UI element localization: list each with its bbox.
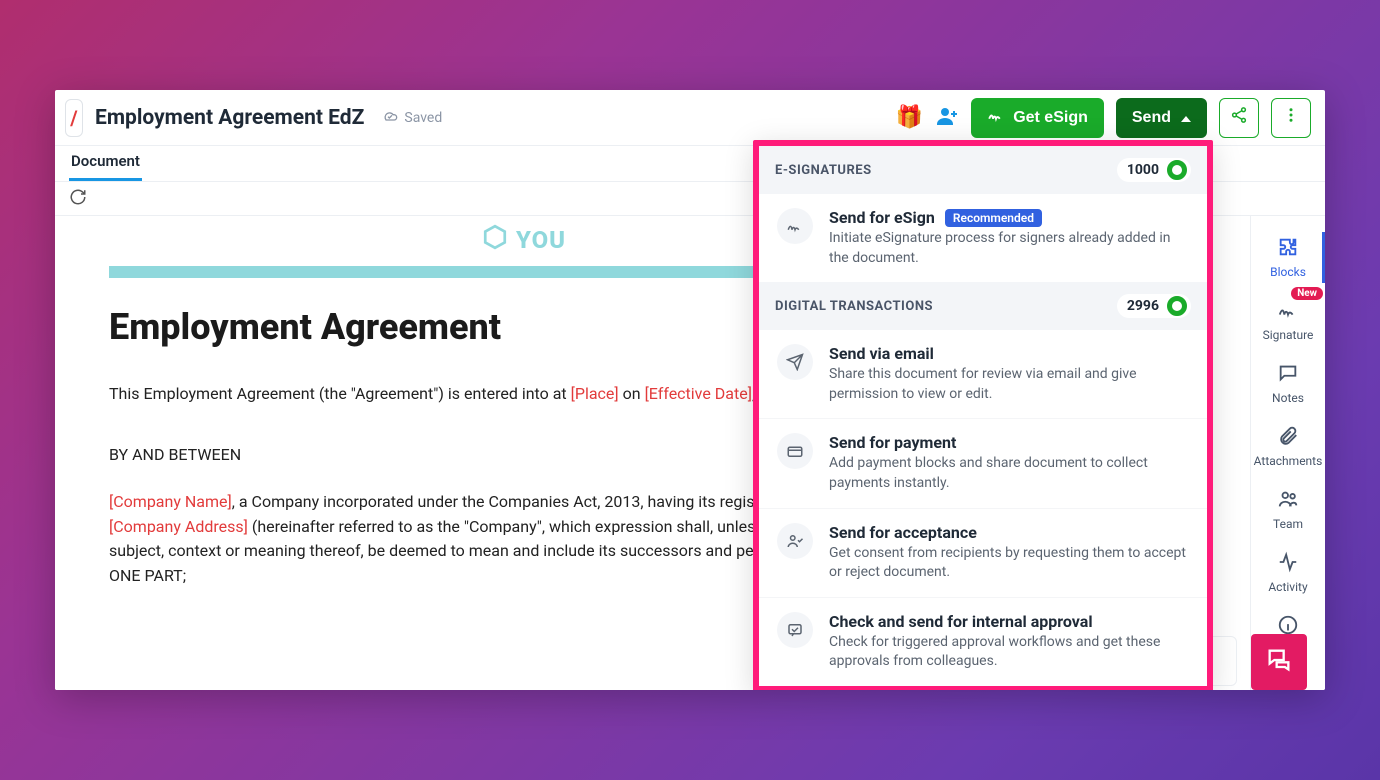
item-desc: Initiate eSignature process for signers … [829, 229, 1189, 268]
app-window: / Employment Agreement EdZ Saved 🎁 Get e… [55, 90, 1325, 690]
get-esign-label: Get eSign [1013, 109, 1088, 127]
chevron-up-icon [1181, 109, 1191, 127]
item-title: Check and send for internal approval [829, 612, 1189, 631]
right-rail: Blocks New Signature Notes Attachments T… [1250, 216, 1325, 690]
logo-placeholder: YOU [482, 224, 566, 256]
chat-fab[interactable] [1251, 634, 1307, 690]
document-title[interactable]: Employment Agreement EdZ [95, 106, 364, 130]
refresh-icon[interactable] [69, 188, 87, 210]
dropdown-header-digital: DIGITAL TRANSACTIONS 2996 [759, 282, 1207, 330]
approval-icon [777, 612, 813, 648]
logo-text: YOU [516, 226, 566, 254]
saved-indicator: Saved [382, 108, 442, 128]
saved-label: Saved [404, 110, 442, 126]
signature-icon [987, 106, 1005, 129]
esign-header-label: E-SIGNATURES [775, 163, 872, 178]
item-desc: Add payment blocks and share document to… [829, 454, 1189, 493]
gift-icon[interactable]: 🎁 [896, 105, 923, 130]
item-desc: Get consent from recipients by requestin… [829, 544, 1189, 583]
send-dropdown: E-SIGNATURES 1000 Send for eSign Recommen… [753, 140, 1213, 690]
send-label: Send [1132, 109, 1171, 127]
paper-plane-icon [777, 344, 813, 380]
item-title: Send for payment [829, 433, 1189, 452]
send-button[interactable]: Send [1116, 98, 1207, 138]
dropdown-header-esignatures: E-SIGNATURES 1000 [759, 146, 1207, 194]
credit-dot-icon [1167, 296, 1187, 316]
team-icon [1277, 488, 1299, 513]
item-title: Send for eSign [829, 208, 935, 227]
hexagon-icon [482, 224, 508, 256]
rail-label: Signature [1263, 328, 1314, 342]
more-vertical-icon [1282, 106, 1300, 129]
share-button[interactable] [1219, 98, 1259, 138]
rail-attachments[interactable]: Attachments [1251, 415, 1325, 478]
digital-credits-pill: 2996 [1117, 294, 1191, 318]
chat-icon [1277, 362, 1299, 387]
rail-notes[interactable]: Notes [1251, 352, 1325, 415]
esign-credits-pill: 1000 [1117, 158, 1191, 182]
paperclip-icon [1277, 425, 1299, 450]
puzzle-icon [1277, 236, 1299, 261]
new-badge: New [1291, 287, 1323, 300]
send-for-internal-approval-item[interactable]: Check and send for internal approval Che… [759, 597, 1207, 686]
credit-dot-icon [1167, 160, 1187, 180]
send-for-esign-item[interactable]: Send for eSign Recommended Initiate eSign… [759, 194, 1207, 282]
activity-icon [1277, 551, 1299, 576]
rail-label: Blocks [1270, 265, 1306, 279]
add-person-icon[interactable] [935, 104, 959, 132]
placeholder-company-name[interactable]: [Company Name] [109, 492, 232, 511]
rail-signature[interactable]: New Signature [1251, 289, 1325, 352]
signature-icon [1277, 299, 1299, 324]
send-for-payment-item[interactable]: Send for payment Add payment blocks and … [759, 418, 1207, 507]
send-for-acceptance-item[interactable]: Send for acceptance Get consent from rec… [759, 508, 1207, 597]
placeholder-effective-date[interactable]: [Effective Date] [645, 384, 752, 403]
more-button[interactable] [1271, 98, 1311, 138]
rail-label: Attachments [1254, 454, 1323, 468]
rail-activity[interactable]: Activity [1251, 541, 1325, 604]
payment-icon [777, 433, 813, 469]
rail-team[interactable]: Team [1251, 478, 1325, 541]
app-logo[interactable]: / [65, 99, 83, 137]
topbar-actions: 🎁 Get eSign Send [896, 98, 1311, 138]
item-desc: Share this document for review via email… [829, 365, 1189, 404]
share-icon [1230, 106, 1248, 129]
person-check-icon [777, 523, 813, 559]
tab-document[interactable]: Document [69, 144, 142, 181]
get-esign-button[interactable]: Get eSign [971, 98, 1104, 138]
esign-credits-value: 1000 [1127, 162, 1159, 178]
recommended-badge: Recommended [945, 209, 1042, 227]
item-desc: Check for triggered approval workflows a… [829, 633, 1189, 672]
rail-label: Team [1273, 517, 1303, 531]
signature-icon [777, 208, 813, 244]
chat-bubbles-icon [1265, 646, 1293, 678]
rail-blocks[interactable]: Blocks [1251, 226, 1325, 289]
send-via-email-item[interactable]: Send via email Share this document for r… [759, 330, 1207, 418]
digital-header-label: DIGITAL TRANSACTIONS [775, 299, 933, 314]
rail-label: Notes [1272, 391, 1304, 405]
placeholder-company-address[interactable]: [Company Address] [109, 517, 248, 536]
digital-credits-value: 2996 [1127, 298, 1159, 314]
placeholder-place[interactable]: [Place] [571, 384, 619, 403]
cloud-saved-icon [382, 108, 398, 128]
item-title: Send via email [829, 344, 1189, 363]
rail-label: Activity [1268, 580, 1307, 594]
topbar: / Employment Agreement EdZ Saved 🎁 Get e… [55, 90, 1325, 146]
item-title: Send for acceptance [829, 523, 1189, 542]
